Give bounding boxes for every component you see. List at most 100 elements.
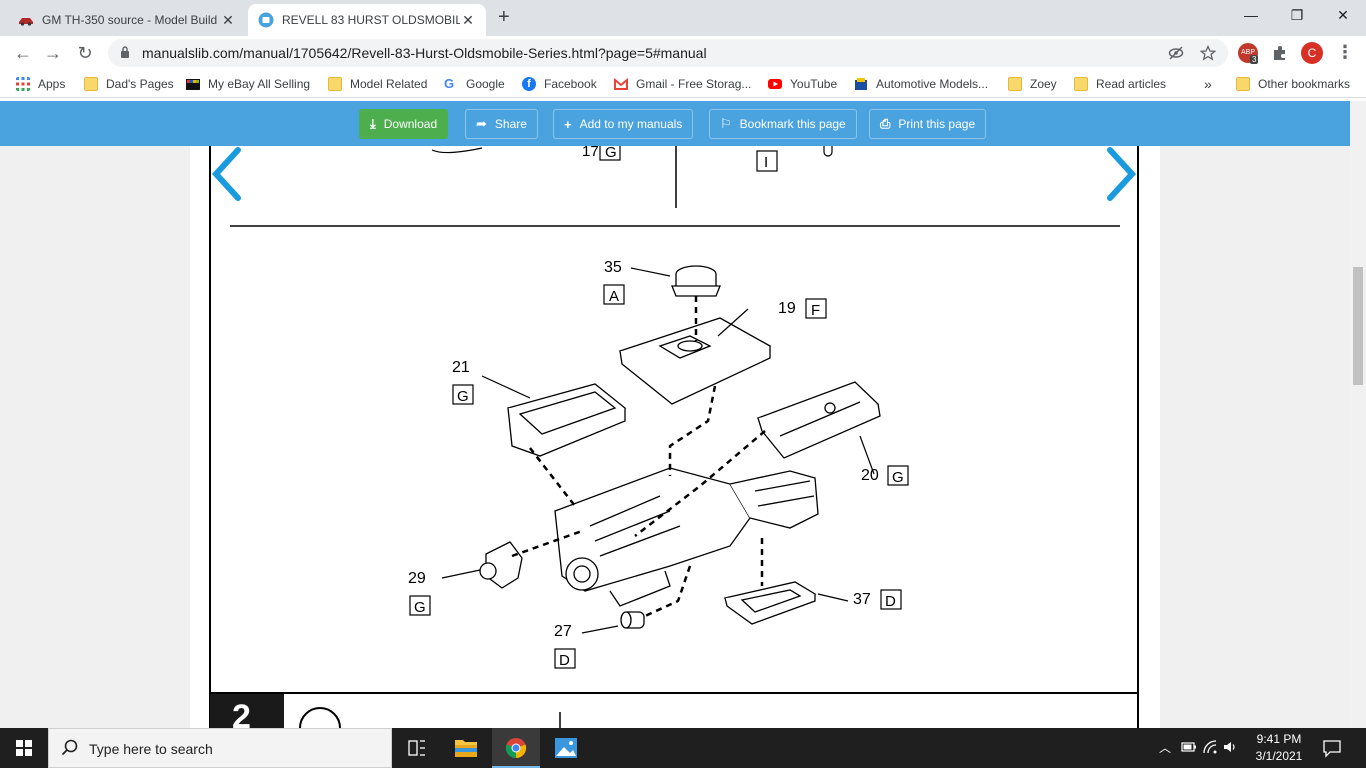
manual-action-bar: ⤓ Download ➦ Share + Add to my manuals ⚐…	[0, 101, 1350, 146]
prev-page-arrow-icon[interactable]	[208, 146, 244, 202]
photos-app-icon[interactable]	[542, 728, 590, 768]
address-bar[interactable]: manualslib.com/manual/1705642/Revell-83-…	[108, 39, 1228, 67]
share-button[interactable]: ➦ Share	[465, 109, 538, 139]
extension-badge: 3	[1250, 55, 1259, 64]
add-label: Add to my manuals	[579, 117, 683, 131]
volume-icon[interactable]	[1223, 740, 1237, 754]
chrome-icon	[505, 738, 527, 759]
notifications-icon[interactable]	[1322, 738, 1342, 758]
bookmark-label: Facebook	[544, 77, 597, 91]
bookmarks-overflow-button[interactable]: »	[1204, 76, 1212, 92]
bookmark-page-button[interactable]: ⚐ Bookmark this page	[709, 109, 857, 139]
task-view-icon[interactable]	[392, 728, 440, 768]
bookmark-label: Other bookmarks	[1258, 77, 1351, 91]
folder-icon	[84, 77, 98, 91]
gmail-icon	[614, 77, 628, 90]
step-number: 2	[232, 698, 251, 728]
search-placeholder: Type here to search	[89, 741, 213, 757]
bookmark-dads-pages[interactable]: Dad's Pages	[84, 76, 174, 92]
google-icon: G	[444, 76, 455, 91]
profile-avatar[interactable]: C	[1301, 42, 1323, 64]
part-letter: G	[414, 599, 426, 616]
next-page-arrow-icon[interactable]	[1104, 146, 1140, 202]
bookmark-gmail[interactable]: Gmail - Free Storag...	[614, 76, 751, 92]
bookmark-label: Apps	[38, 77, 66, 91]
download-icon: ⤓	[370, 116, 376, 131]
tracking-off-icon[interactable]	[1168, 45, 1184, 61]
bookmark-label: YouTube	[790, 77, 838, 91]
forward-button[interactable]: →	[40, 40, 66, 66]
puzzle-extensions-icon[interactable]	[1271, 44, 1289, 62]
part-letter: D	[559, 652, 570, 669]
tab-revell-manual[interactable]: REVELL 83 HURST OLDSMOBILE ✕	[248, 4, 486, 36]
maximize-button[interactable]: ❐	[1274, 0, 1320, 30]
add-to-manuals-button[interactable]: + Add to my manuals	[553, 109, 694, 139]
bookmark-read-articles[interactable]: Read articles	[1074, 76, 1166, 92]
tab-strip: GM TH-350 source - Model Build ✕ REVELL …	[0, 0, 1366, 36]
system-tray: ︿	[1157, 728, 1235, 768]
back-button[interactable]: ←	[10, 40, 36, 66]
reload-button[interactable]: ↻	[72, 40, 98, 66]
folder-icon	[1008, 77, 1022, 91]
file-explorer-icon[interactable]	[442, 728, 490, 768]
minimize-button[interactable]: —	[1228, 0, 1274, 30]
bookmark-label: Bookmark this page	[739, 117, 846, 131]
automotive-icon	[855, 78, 867, 90]
bookmark-zoey[interactable]: Zoey	[1008, 76, 1057, 92]
bookmark-automotive-models[interactable]: Automotive Models...	[854, 76, 988, 92]
clock-date: 3/1/2021	[1255, 749, 1303, 763]
taskbar-clock[interactable]: 9:41 PM 3/1/2021	[1240, 731, 1318, 765]
folder-icon	[1074, 77, 1088, 91]
browser-menu-icon[interactable]: ⋮	[1336, 42, 1354, 63]
download-button[interactable]: ⤓ Download	[359, 109, 449, 139]
part-letter: F	[811, 302, 820, 319]
bookmark-label: Model Related	[350, 77, 428, 91]
part-letter: G	[457, 388, 469, 405]
close-window-button[interactable]: ✕	[1320, 0, 1366, 30]
windows-taskbar: Type here to search ︿ 9:41 PM 3/1/2021	[0, 728, 1366, 768]
printer-icon: ⎙	[880, 116, 891, 131]
tab-close-icon[interactable]: ✕	[460, 12, 476, 29]
tab-gm-th350[interactable]: GM TH-350 source - Model Build ✕	[8, 4, 246, 36]
bookmark-label: Dad's Pages	[106, 77, 174, 91]
facebook-icon: f	[522, 77, 536, 91]
print-page-button[interactable]: ⎙ Print this page	[869, 109, 987, 139]
part-letter: G	[605, 146, 617, 161]
plus-icon: +	[564, 116, 572, 132]
new-tab-button[interactable]: +	[498, 6, 510, 29]
print-label: Print this page	[898, 117, 976, 131]
battery-icon[interactable]	[1181, 741, 1197, 753]
bookmark-other[interactable]: Other bookmarks	[1236, 76, 1350, 92]
tab-title: REVELL 83 HURST OLDSMOBILE	[282, 13, 460, 27]
clock-time: 9:41 PM	[1256, 732, 1302, 746]
bookmark-apps[interactable]: Apps	[16, 76, 65, 92]
manual-page: 17 G I 35 A 19 F 21 G 20 G 29 G 37 D 27 …	[190, 146, 1160, 728]
bookmark-ebay[interactable]: My eBay All Selling	[186, 76, 310, 92]
search-icon	[61, 739, 78, 756]
bookmark-star-icon[interactable]	[1200, 45, 1216, 61]
url-text[interactable]: manualslib.com/manual/1705642/Revell-83-…	[142, 45, 707, 61]
bookmark-label: Zoey	[1030, 77, 1057, 91]
chrome-taskbar-button[interactable]	[492, 728, 540, 768]
wifi-icon[interactable]	[1203, 740, 1217, 754]
bookmark-icon: ⚐	[720, 116, 732, 131]
car-favicon-icon	[19, 18, 33, 26]
page-scrollbar[interactable]	[1350, 101, 1366, 728]
bookmark-google[interactable]: G Google	[444, 76, 505, 92]
part-number: 29	[408, 570, 426, 587]
part-number: 21	[452, 359, 470, 376]
bookmark-youtube[interactable]: YouTube	[768, 76, 837, 92]
tab-close-icon[interactable]: ✕	[220, 12, 236, 29]
bookmark-model-related[interactable]: Model Related	[328, 76, 427, 92]
assembly-diagram: 17 G I 35 A 19 F 21 G 20 G 29 G 37 D 27 …	[209, 146, 1139, 728]
bookmark-label: My eBay All Selling	[208, 77, 311, 91]
manualslib-favicon-icon	[258, 12, 274, 28]
tray-chevron-icon[interactable]: ︿	[1159, 739, 1171, 756]
part-number: 19	[778, 300, 796, 317]
part-number: 17	[582, 146, 599, 160]
scrollbar-thumb[interactable]	[1353, 267, 1363, 385]
windows-start-icon[interactable]	[0, 728, 48, 768]
taskbar-search-box[interactable]: Type here to search	[48, 728, 392, 768]
part-letter: I	[764, 154, 768, 171]
bookmark-facebook[interactable]: f Facebook	[522, 76, 597, 92]
